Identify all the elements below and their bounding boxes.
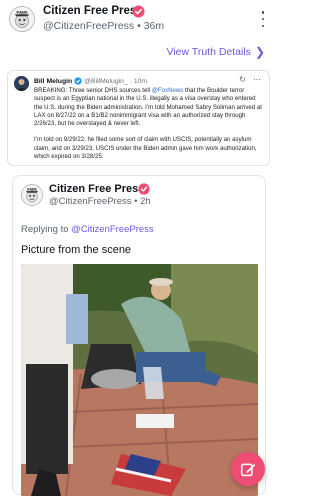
citizen-free-press-avatar[interactable]: KANE — [9, 6, 35, 32]
quoted-text-paragraph-2: I’m told on 9/29/22, he filed some sort … — [34, 136, 257, 161]
view-truth-details-label: View Truth Details — [166, 46, 251, 58]
account-name[interactable]: Citizen Free Press — [43, 5, 143, 17]
compose-button[interactable] — [231, 452, 265, 486]
quoted-author-avatar — [14, 76, 29, 91]
quoted-text-part: BREAKING: Three senior DHS sources tell — [34, 87, 152, 94]
quoted-post-actions: ↻ ⋯ — [239, 75, 261, 84]
verified-badge-icon — [132, 5, 145, 18]
svg-text:KANE: KANE — [16, 10, 28, 14]
post-caption: Picture from the scene — [21, 244, 132, 256]
kebab-menu-icon[interactable] — [259, 11, 267, 27]
reply-author-avatar[interactable]: KANE — [21, 184, 43, 206]
account-handle-time: @CitizenFreePress • 36m — [43, 20, 165, 32]
compose-icon — [240, 463, 255, 476]
view-truth-details-link[interactable]: View Truth Details ❯ — [167, 45, 266, 59]
blue-verified-icon — [74, 77, 82, 85]
reply-handle-time: @CitizenFreePress • 2h — [49, 196, 151, 207]
refresh-icon[interactable]: ↻ — [239, 75, 246, 84]
quoted-author-name-text: Bill Melugin — [34, 77, 73, 85]
quoted-post[interactable]: Bill Melugin @BillMelugin_ · 10m ↻ ⋯ BRE… — [7, 70, 270, 166]
post-header: KANE Citizen Free Press @CitizenFreePres… — [0, 0, 277, 36]
replying-to-label: Replying to — [21, 224, 72, 235]
quoted-mention-link[interactable]: @FoxNews — [152, 87, 184, 94]
replying-to-handle-link[interactable]: @CitizenFreePress — [71, 224, 154, 235]
quoted-author-name: Bill Melugin @BillMelugin_ · 10m — [34, 77, 147, 85]
verified-badge-icon — [138, 183, 150, 195]
quoted-post-time: · 10m — [129, 77, 148, 85]
svg-text:KANE: KANE — [27, 187, 36, 191]
reply-account-name[interactable]: Citizen Free Press — [49, 183, 144, 195]
reply-post-card[interactable]: KANE Citizen Free Press @CitizenFreePres… — [12, 175, 266, 496]
quoted-author-handle: @BillMelugin_ — [84, 77, 128, 85]
chevron-right-icon: ❯ — [254, 45, 265, 59]
scene-photo[interactable] — [21, 264, 258, 496]
more-icon[interactable]: ⋯ — [253, 75, 261, 84]
replying-to-line: Replying to @CitizenFreePress — [21, 224, 154, 235]
quoted-post-body: BREAKING: Three senior DHS sources tell … — [34, 87, 264, 161]
